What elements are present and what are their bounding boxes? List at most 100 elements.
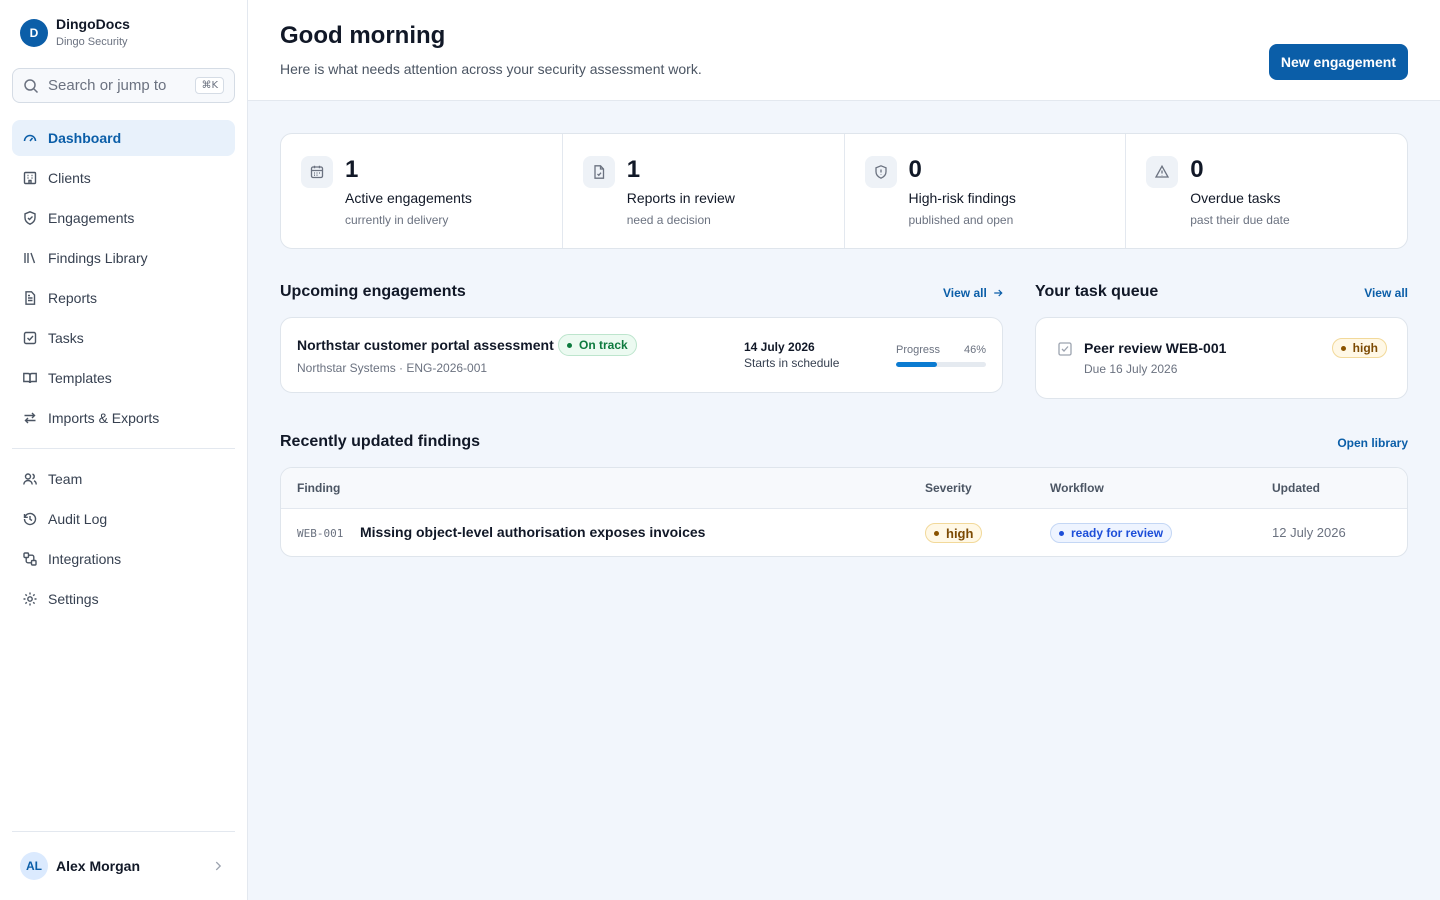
calendar-icon — [310, 165, 324, 179]
sidebar-item-label: Templates — [48, 370, 112, 386]
column-header-finding[interactable]: Finding — [297, 481, 340, 495]
sidebar-item-label: Tasks — [48, 330, 84, 346]
shield-icon — [874, 165, 887, 179]
sidebar-item-clients[interactable]: Clients — [12, 160, 235, 196]
history-icon — [23, 512, 37, 526]
recent-findings-title: Recently updated findings — [280, 433, 481, 450]
sidebar-item-dashboard[interactable]: Dashboard — [12, 120, 235, 156]
table-header: Finding Severity Workflow Updated — [281, 468, 1407, 509]
updated-date: 12 July 2026 — [1272, 525, 1346, 540]
stat-value: 1 — [626, 156, 641, 183]
chevron-right-icon — [215, 861, 222, 871]
brand[interactable]: D DingoDocs Dingo Security — [20, 16, 130, 50]
findings-table: Finding Severity Workflow Updated WEB-00… — [280, 467, 1408, 557]
sidebar-item-label: Findings Library — [48, 250, 148, 266]
sidebar-item-templates[interactable]: Templates — [12, 360, 235, 396]
building-icon — [23, 171, 37, 185]
stat-label: Overdue tasks — [1190, 190, 1281, 206]
gear-icon — [23, 592, 37, 606]
stat-reports-in-review[interactable]: 1 Reports in review need a decision — [563, 134, 845, 248]
user-name: Alex Morgan — [56, 858, 141, 874]
sidebar-item-audit-log[interactable]: Audit Log — [12, 501, 235, 537]
users-icon — [23, 473, 37, 485]
warning-icon — [1155, 164, 1170, 178]
column-header-updated[interactable]: Updated — [1272, 481, 1320, 495]
task-card[interactable]: Peer review WEB-001 Due 16 July 2026 hig… — [1035, 317, 1408, 399]
sidebar-item-label: Team — [48, 471, 83, 487]
sidebar-divider — [12, 831, 235, 832]
stat-label: Reports in review — [626, 190, 735, 206]
sidebar-item-team[interactable]: Team — [12, 461, 235, 497]
view-all-label: View all — [943, 286, 987, 300]
sidebar-item-integrations[interactable]: Integrations — [12, 541, 235, 577]
search-icon — [24, 78, 39, 93]
new-engagement-button[interactable]: New engagement — [1268, 44, 1408, 80]
user-menu[interactable]: AL Alex Morgan — [12, 846, 235, 886]
workflow-badge: ready for review — [1050, 523, 1173, 543]
sidebar-item-reports[interactable]: Reports — [12, 280, 235, 316]
progress-label: Progress — [896, 344, 941, 356]
task-due-date: Due 16 July 2026 — [1084, 362, 1178, 376]
sidebar-item-tasks[interactable]: Tasks — [12, 320, 235, 356]
finding-title[interactable]: Missing object-level authorisation expos… — [360, 524, 705, 540]
sidebar-item-label: Integrations — [48, 551, 122, 567]
upcoming-view-all-link[interactable]: View all — [943, 286, 1004, 300]
stat-note: need a decision — [626, 213, 711, 227]
arrow-right-icon — [994, 289, 1003, 297]
task-queue-view-all-link[interactable]: View all — [1364, 286, 1408, 300]
stat-value: 0 — [908, 156, 922, 183]
file-icon — [594, 165, 604, 179]
sidebar-item-label: Settings — [48, 591, 99, 607]
engagement-date-note: Starts in schedule — [744, 356, 840, 370]
checkbox-icon[interactable] — [1057, 341, 1073, 357]
avatar: AL — [20, 852, 48, 880]
column-header-workflow[interactable]: Workflow — [1050, 481, 1104, 495]
page-subtitle: Here is what needs attention across your… — [280, 61, 702, 77]
brand-logo: D — [20, 19, 48, 47]
stat-overdue-tasks[interactable]: 0 Overdue tasks past their due date — [1126, 134, 1407, 248]
sidebar-item-settings[interactable]: Settings — [12, 581, 235, 617]
secondary-nav: Team Audit Log Integrations Settings — [12, 461, 235, 621]
engagement-name: Northstar customer portal assessment — [297, 337, 554, 353]
gauge-icon — [23, 134, 37, 142]
page-title: Good morning — [280, 22, 446, 49]
severity-label: high — [946, 525, 974, 541]
engagement-card[interactable]: Northstar customer portal assessment On … — [280, 317, 1003, 393]
task-queue-title: Your task queue — [1035, 283, 1159, 300]
column-header-severity[interactable]: Severity — [925, 481, 972, 495]
page-header: Good morning Here is what needs attentio… — [248, 0, 1440, 101]
open-library-link[interactable]: Open library — [1337, 436, 1408, 450]
book-icon — [23, 372, 37, 384]
library-icon — [24, 252, 36, 264]
sidebar-item-engagements[interactable]: Engagements — [12, 200, 235, 236]
stat-note: currently in delivery — [345, 213, 449, 227]
document-icon — [25, 291, 36, 305]
status-badge: On track — [558, 334, 637, 356]
progress-fill — [896, 362, 938, 367]
search-placeholder: Search or jump to — [48, 77, 167, 94]
severity-badge: high — [925, 523, 983, 543]
stat-active-engagements[interactable]: 1 Active engagements currently in delive… — [281, 134, 563, 248]
arrows-swap-icon — [24, 412, 36, 424]
stat-high-risk-findings[interactable]: 0 High-risk findings published and open — [845, 134, 1127, 248]
sidebar-item-label: Reports — [48, 290, 98, 306]
sidebar-divider — [12, 448, 235, 449]
progress-percent: 46% — [963, 344, 986, 356]
engagement-meta: Northstar Systems · ENG-2026-001 — [297, 361, 488, 375]
checkbox-icon — [23, 331, 37, 345]
sidebar-item-imports-exports[interactable]: Imports & Exports — [12, 400, 235, 436]
finding-code: WEB-001 — [297, 527, 344, 540]
search-input[interactable]: Search or jump to ⌘K — [12, 68, 235, 103]
stat-value: 1 — [345, 156, 359, 183]
integration-icon — [23, 552, 37, 566]
sidebar-item-label: Audit Log — [48, 511, 108, 527]
sidebar-item-findings-library[interactable]: Findings Library — [12, 240, 235, 276]
stats-panel: 1 Active engagements currently in delive… — [280, 133, 1408, 249]
sidebar: D DingoDocs Dingo Security Search or jum… — [0, 0, 248, 900]
priority-badge: high — [1331, 338, 1387, 358]
stat-note: past their due date — [1190, 213, 1290, 227]
brand-org: Dingo Security — [56, 36, 128, 48]
table-row[interactable]: WEB-001 Missing object-level authorisati… — [281, 509, 1407, 556]
upcoming-engagements-title: Upcoming engagements — [280, 283, 466, 300]
brand-name: DingoDocs — [56, 16, 130, 32]
